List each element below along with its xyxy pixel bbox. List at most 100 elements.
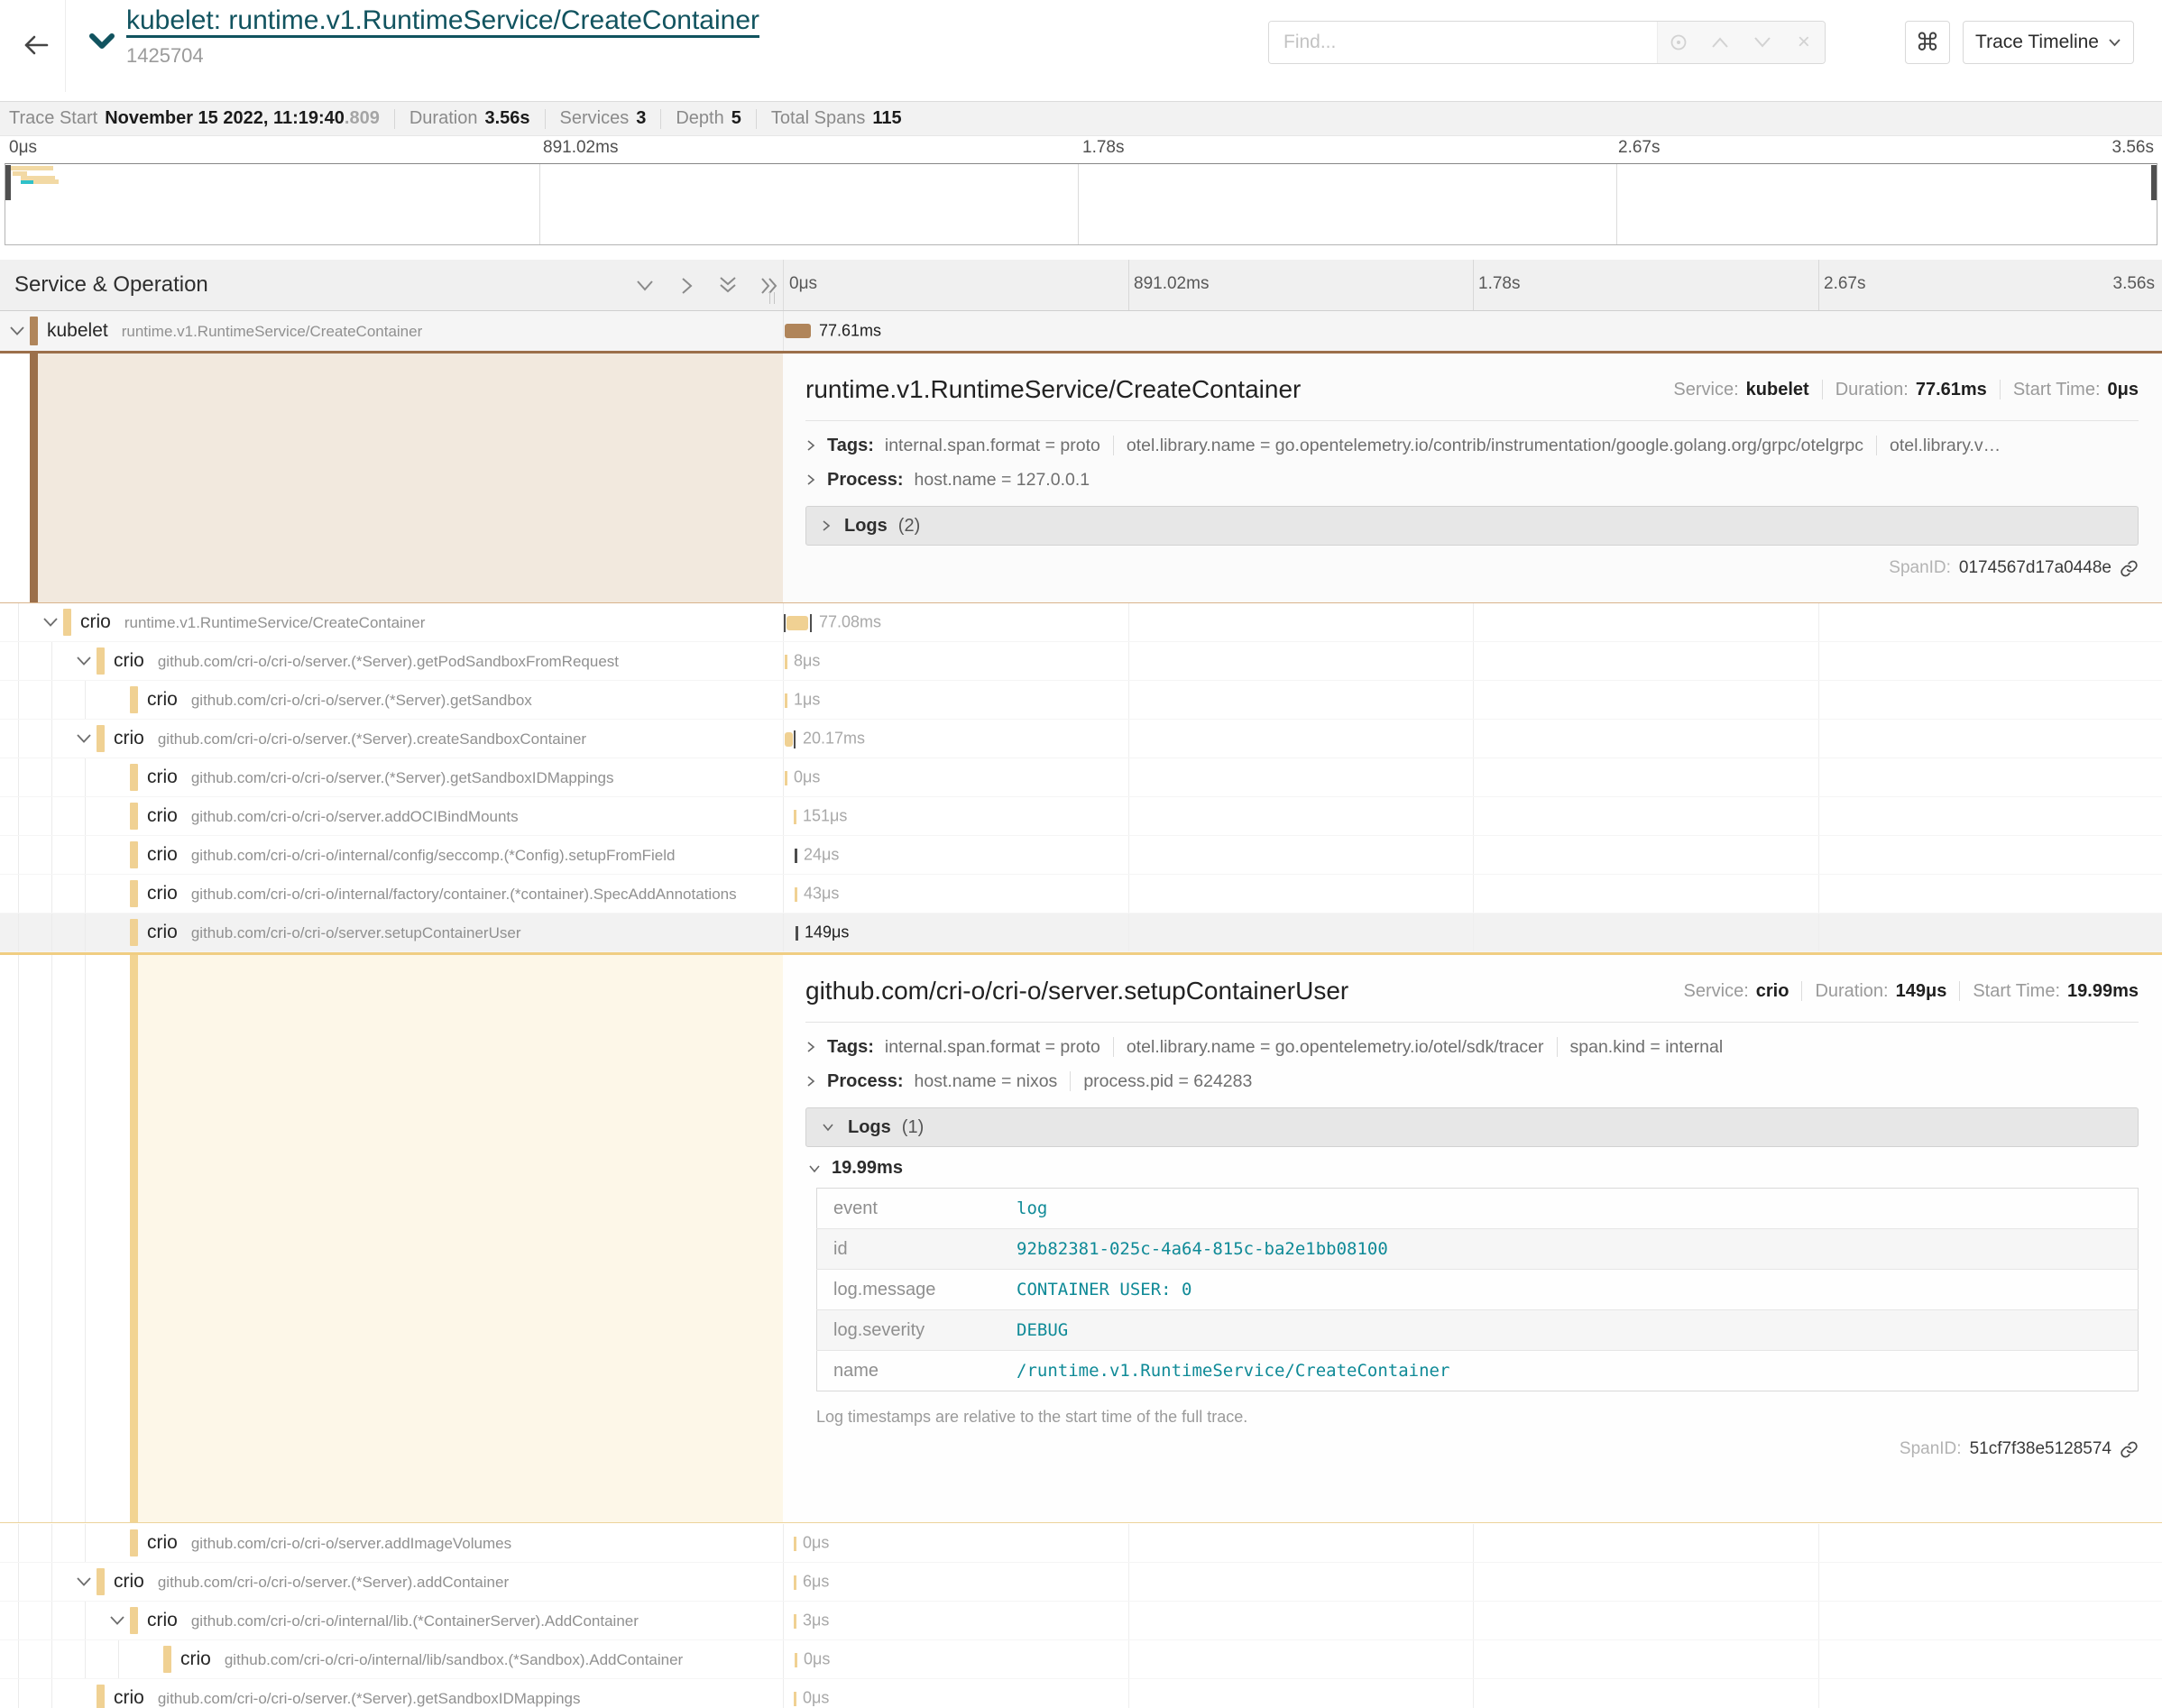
collapse-chevron-icon[interactable] bbox=[42, 616, 60, 629]
span-bar[interactable] bbox=[795, 849, 797, 863]
minimap-right-handle[interactable] bbox=[2151, 165, 2157, 200]
ruler-tick: 3.56s bbox=[2112, 138, 2154, 158]
tags-accordion[interactable]: Tags: internal.span.format = proto otel.… bbox=[805, 1030, 2139, 1064]
duration-value: 3.56s bbox=[484, 108, 529, 129]
start-time-value: 0μs bbox=[2108, 380, 2139, 400]
total-spans-label: Total Spans bbox=[771, 108, 866, 129]
span-service: crio bbox=[147, 805, 178, 826]
collapse-chevron-icon[interactable] bbox=[76, 655, 94, 667]
span-duration: 1μs bbox=[794, 691, 820, 710]
logs-count: (2) bbox=[898, 516, 920, 537]
span-row-crio[interactable]: criogithub.com/cri-o/cri-o/server.(*Serv… bbox=[0, 758, 2162, 797]
span-operation: runtime.v1.RuntimeService/CreateContaine… bbox=[124, 614, 426, 631]
span-operation: github.com/cri-o/cri-o/server.(*Server).… bbox=[158, 1690, 581, 1707]
span-bar[interactable] bbox=[785, 732, 793, 747]
span-service: crio bbox=[147, 767, 178, 787]
span-service: crio bbox=[114, 1687, 144, 1708]
arrow-left-icon bbox=[23, 33, 50, 57]
span-bar[interactable] bbox=[794, 1575, 796, 1590]
trace-minimap[interactable] bbox=[5, 163, 2157, 245]
span-row-crio[interactable]: criogithub.com/cri-o/cri-o/internal/conf… bbox=[0, 836, 2162, 875]
back-button[interactable] bbox=[16, 25, 56, 65]
collapse-chevron-icon[interactable] bbox=[109, 1614, 127, 1627]
span-bar[interactable] bbox=[785, 771, 787, 785]
span-detail-title: github.com/cri-o/cri-o/server.setupConta… bbox=[805, 977, 1348, 1006]
axis-tick: 891.02ms bbox=[1134, 274, 1209, 294]
chevron-down-icon bbox=[821, 1122, 835, 1133]
span-bar[interactable] bbox=[794, 1692, 796, 1706]
span-row-crio[interactable]: criogithub.com/cri-o/cri-o/server.(*Serv… bbox=[0, 681, 2162, 720]
tag-item: otel.library.name = go.opentelemetry.io/… bbox=[1127, 436, 1863, 456]
span-operation: github.com/cri-o/cri-o/server.(*Server).… bbox=[158, 653, 619, 670]
collapse-one-icon[interactable] bbox=[633, 274, 657, 298]
prev-match-icon[interactable] bbox=[1707, 29, 1734, 56]
expand-one-icon[interactable] bbox=[675, 274, 698, 298]
log-entry-accordion[interactable]: 19.99ms bbox=[807, 1158, 2139, 1179]
logs-accordion-expanded[interactable]: Logs (1) bbox=[805, 1107, 2139, 1147]
timeline-column-header: Service & Operation 0μs 891.02ms 1.78s 2… bbox=[0, 260, 2162, 311]
copy-link-icon[interactable] bbox=[2120, 559, 2139, 578]
span-row-kubelet[interactable]: kubeletruntime.v1.RuntimeService/CreateC… bbox=[0, 311, 2162, 351]
services-label: Services bbox=[560, 108, 630, 129]
span-bar[interactable] bbox=[785, 693, 787, 708]
logs-accordion[interactable]: Logs (2) bbox=[805, 506, 2139, 546]
span-operation: github.com/cri-o/cri-o/server.addImageVo… bbox=[191, 1535, 511, 1552]
span-row-crio[interactable]: crio github.com/cri-o/cri-o/server.(*Serv… bbox=[0, 642, 2162, 681]
collapse-chevron-icon[interactable] bbox=[76, 1575, 94, 1588]
span-bar[interactable] bbox=[785, 324, 811, 338]
span-row-crio[interactable]: criogithub.com/cri-o/cri-o/server.addOCI… bbox=[0, 797, 2162, 836]
span-duration: 0μs bbox=[803, 1689, 829, 1708]
locate-icon[interactable] bbox=[1665, 29, 1692, 56]
span-bar[interactable] bbox=[785, 655, 787, 669]
span-row-crio[interactable]: crio github.com/cri-o/cri-o/server.(*Serv… bbox=[0, 1679, 2162, 1708]
span-service: crio bbox=[114, 650, 144, 671]
next-match-icon[interactable] bbox=[1749, 29, 1776, 56]
span-row-crio[interactable]: crioruntime.v1.RuntimeService/CreateCont… bbox=[0, 603, 2162, 642]
span-bar[interactable] bbox=[795, 1653, 797, 1667]
span-row-crio[interactable]: criogithub.com/cri-o/cri-o/server.addIma… bbox=[0, 1524, 2162, 1563]
log-field-row: id 92b82381-025c-4a64-815c-ba2e1bb08100 bbox=[817, 1229, 2139, 1270]
span-duration: 149μs bbox=[805, 923, 849, 942]
span-bar[interactable] bbox=[794, 810, 796, 824]
trace-title-link[interactable]: kubelet: runtime.v1.RuntimeService/Creat… bbox=[126, 5, 759, 35]
ruler-tick: 0μs bbox=[9, 138, 37, 158]
collapse-all-icon[interactable] bbox=[716, 274, 740, 298]
process-accordion[interactable]: Process: host.name = 127.0.0.1 bbox=[805, 463, 2139, 497]
log-entry-timestamp: 19.99ms bbox=[832, 1158, 903, 1179]
trace-title-chevron[interactable] bbox=[88, 32, 115, 55]
span-row-crio[interactable]: criogithub.com/cri-o/cri-o/internal/lib/… bbox=[0, 1640, 2162, 1679]
span-row-crio[interactable]: criogithub.com/cri-o/cri-o/internal/lib.… bbox=[0, 1602, 2162, 1640]
span-row-crio[interactable]: criogithub.com/cri-o/cri-o/server.(*Serv… bbox=[0, 1563, 2162, 1602]
span-operation: runtime.v1.RuntimeService/CreateContaine… bbox=[122, 323, 423, 340]
span-row-crio[interactable]: criogithub.com/cri-o/cri-o/server.(*Serv… bbox=[0, 720, 2162, 758]
collapse-chevron-icon[interactable] bbox=[9, 325, 27, 337]
tags-accordion[interactable]: Tags: internal.span.format = proto otel.… bbox=[805, 428, 2139, 463]
spanid-value: 0174567d17a0448e bbox=[1959, 558, 2111, 578]
span-row-crio[interactable]: criogithub.com/cri-o/cri-o/internal/fact… bbox=[0, 875, 2162, 914]
tags-label: Tags: bbox=[827, 436, 874, 456]
copy-link-icon[interactable] bbox=[2120, 1440, 2139, 1459]
ruler-tick: 2.67s bbox=[1618, 138, 1660, 158]
service-label: Service: bbox=[1673, 380, 1738, 400]
span-row-crio-selected[interactable]: criogithub.com/cri-o/cri-o/server.setupC… bbox=[0, 914, 2162, 952]
span-duration: 8μs bbox=[794, 652, 820, 671]
span-bar[interactable] bbox=[787, 616, 808, 630]
view-selector-button[interactable]: Trace Timeline bbox=[1963, 21, 2134, 64]
find-input[interactable] bbox=[1269, 22, 1657, 63]
start-time-label: Start Time: bbox=[1973, 981, 2060, 1002]
process-accordion[interactable]: Process: host.name = nixos process.pid =… bbox=[805, 1064, 2139, 1098]
minimap-left-handle[interactable] bbox=[5, 165, 11, 200]
page-header: kubelet: runtime.v1.RuntimeService/Creat… bbox=[0, 0, 2162, 92]
span-bar[interactable] bbox=[795, 887, 797, 902]
keyboard-shortcuts-button[interactable]: ⌘ bbox=[1905, 21, 1950, 64]
clear-find-icon[interactable]: × bbox=[1790, 29, 1817, 56]
trace-start-label: Trace Start bbox=[9, 108, 97, 129]
column-resize-handle[interactable] bbox=[769, 292, 775, 304]
services-value: 3 bbox=[636, 108, 646, 129]
span-bar[interactable] bbox=[794, 1537, 796, 1551]
span-duration: 6μs bbox=[803, 1573, 829, 1592]
span-bar[interactable] bbox=[794, 1614, 796, 1629]
process-item: host.name = 127.0.0.1 bbox=[915, 470, 1090, 491]
collapse-chevron-icon[interactable] bbox=[76, 732, 94, 745]
span-bar[interactable] bbox=[796, 926, 798, 941]
